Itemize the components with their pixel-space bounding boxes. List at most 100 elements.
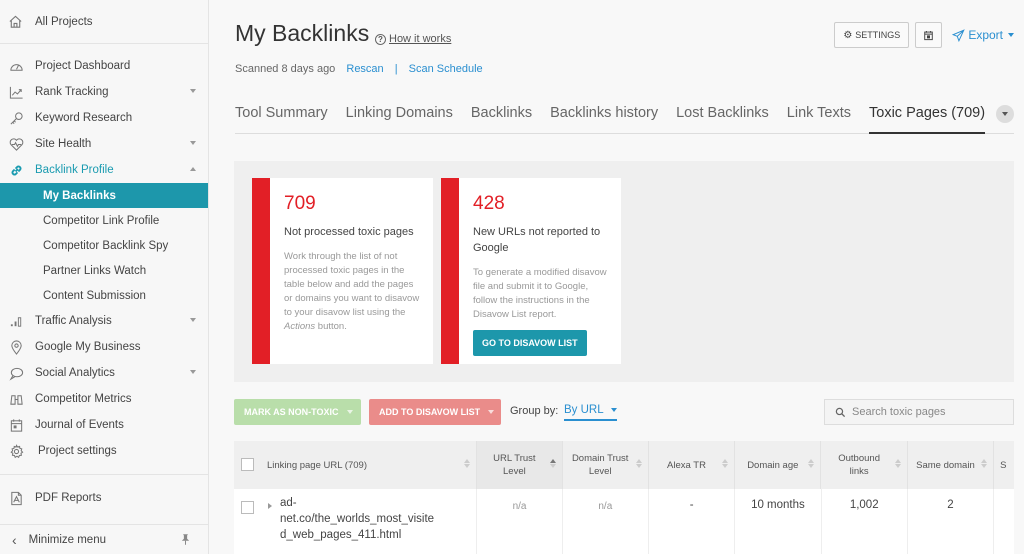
url-line[interactable]: d_web_pages_411.html	[280, 527, 476, 543]
how-it-works-label[interactable]: How it works	[389, 33, 451, 45]
settings-button[interactable]: ⚙ SETTINGS	[834, 22, 910, 48]
all-projects-link[interactable]: All Projects	[0, 0, 208, 44]
not-processed-description: Work through the list of not processed t…	[284, 251, 420, 332]
chevron-down-icon[interactable]	[190, 370, 196, 374]
minimize-menu-label: Minimize menu	[28, 533, 106, 546]
binoculars-icon	[8, 391, 24, 407]
sidebar-item-pdf-reports[interactable]: PDF Reports	[0, 485, 208, 511]
url-line[interactable]: net.co/the_worlds_most_visite	[280, 511, 476, 527]
pdf-file-icon	[8, 490, 24, 506]
table-header: Linking page URL (709) URL Trust Level D…	[234, 441, 1014, 489]
tab-backlinks[interactable]: Backlinks	[471, 96, 532, 133]
chevron-down-icon[interactable]	[190, 89, 196, 93]
sidebar-item-keyword-research[interactable]: Keyword Research	[0, 105, 208, 131]
sidebar-item-rank-tracking[interactable]: Rank Tracking	[0, 79, 208, 105]
gear-icon	[8, 443, 24, 459]
separator: |	[394, 63, 398, 75]
column-header-truncated[interactable]: S	[994, 441, 1014, 489]
expand-row-icon[interactable]	[268, 503, 272, 509]
group-by-select[interactable]: By URL	[564, 404, 617, 421]
not-processed-count: 709	[284, 193, 316, 214]
minimize-menu-button[interactable]: ‹ Minimize menu	[0, 524, 208, 554]
settings-label: SETTINGS	[855, 30, 901, 40]
sidebar-item-label: Google My Business	[35, 341, 141, 353]
more-tabs-button[interactable]	[996, 105, 1014, 123]
tab-link-texts[interactable]: Link Texts	[787, 96, 851, 133]
sort-icon	[894, 459, 901, 468]
toxic-pages-table: Linking page URL (709) URL Trust Level D…	[234, 441, 1014, 554]
sidebar-item-label: Project settings	[38, 445, 117, 457]
page-title: My Backlinks	[235, 20, 370, 46]
scan-schedule-link[interactable]: Scan Schedule	[409, 63, 483, 75]
table-row[interactable]: ad- net.co/the_worlds_most_visite d_web_…	[234, 489, 1014, 554]
export-button[interactable]: Export	[952, 28, 1014, 42]
toxic-summary-panel: 709 Not processed toxic pages Work throu…	[234, 161, 1014, 382]
go-to-disavow-list-button[interactable]: GO TO DISAVOW LIST	[473, 330, 587, 356]
cell-outbound-links: 1,002	[822, 489, 908, 554]
tab-linking-domains[interactable]: Linking Domains	[346, 96, 453, 133]
tab-backlinks-history[interactable]: Backlinks history	[550, 96, 658, 133]
chart-icon	[8, 84, 24, 100]
sidebar-item-label: Traffic Analysis	[35, 315, 112, 327]
sidebar: All Projects Project Dashboard Rank Trac…	[0, 0, 209, 554]
column-header-alexa-tr[interactable]: Alexa TR	[649, 441, 736, 489]
column-header-domain-trust-level[interactable]: Domain Trust Level	[563, 441, 649, 489]
row-checkbox[interactable]	[241, 501, 254, 514]
sidebar-item-google-my-business[interactable]: Google My Business	[0, 334, 208, 360]
how-it-works-link[interactable]: ? How it works	[375, 33, 451, 45]
sort-ascending-icon	[549, 459, 556, 468]
speech-bubble-icon	[8, 365, 24, 381]
sidebar-item-journal-of-events[interactable]: Journal of Events	[0, 412, 208, 438]
sidebar-subitem-content-submission[interactable]: Content Submission	[0, 283, 208, 308]
chevron-down-icon	[1002, 112, 1008, 116]
tab-toxic-pages[interactable]: Toxic Pages (709)	[869, 96, 986, 134]
sidebar-subitem-competitor-backlink-spy[interactable]: Competitor Backlink Spy	[0, 233, 208, 258]
home-icon	[8, 14, 24, 30]
column-header-outbound-links[interactable]: Outbound links	[821, 441, 908, 489]
sort-icon	[722, 459, 729, 468]
rescan-link[interactable]: Rescan	[346, 63, 383, 75]
sidebar-item-traffic-analysis[interactable]: Traffic Analysis	[0, 308, 208, 334]
sidebar-item-competitor-metrics[interactable]: Competitor Metrics	[0, 386, 208, 412]
sidebar-item-project-settings[interactable]: Project settings	[0, 438, 208, 464]
chevron-down-icon[interactable]	[190, 318, 196, 322]
chevron-down-icon	[346, 410, 353, 414]
all-projects-label: All Projects	[35, 15, 93, 28]
column-header-domain-age[interactable]: Domain age	[735, 441, 822, 489]
tab-bar: Tool Summary Linking Domains Backlinks B…	[235, 96, 1014, 134]
dashboard-icon	[8, 58, 24, 74]
calendar-button[interactable]	[915, 22, 943, 48]
cell-domain-age: 10 months	[735, 489, 822, 554]
sidebar-item-backlink-profile[interactable]: Backlink Profile	[0, 157, 208, 183]
not-processed-label: Not processed toxic pages	[284, 226, 414, 238]
chevron-left-icon: ‹	[12, 531, 17, 548]
pin-icon[interactable]	[179, 533, 192, 549]
sidebar-item-social-analytics[interactable]: Social Analytics	[0, 360, 208, 386]
mark-as-non-toxic-button[interactable]: MARK AS NON-TOXIC	[234, 399, 361, 425]
sidebar-item-project-dashboard[interactable]: Project Dashboard	[0, 53, 208, 79]
sidebar-subitem-partner-links-watch[interactable]: Partner Links Watch	[0, 258, 208, 283]
sort-icon	[464, 459, 471, 468]
group-by-label: Group by:	[510, 405, 559, 417]
search-box	[824, 399, 1014, 425]
column-header-linking-page-url[interactable]: Linking page URL (709)	[234, 441, 478, 489]
sidebar-divider	[0, 474, 208, 475]
sidebar-item-site-health[interactable]: Site Health	[0, 131, 208, 157]
bars-icon	[8, 313, 24, 329]
scanned-text: Scanned 8 days ago	[235, 63, 336, 75]
cell-domain-trust-level: n/a	[563, 489, 649, 554]
url-line[interactable]: ad-	[280, 495, 476, 511]
chevron-down-icon[interactable]	[190, 141, 196, 145]
column-header-same-domain[interactable]: Same domain	[908, 441, 995, 489]
select-all-checkbox[interactable]	[241, 458, 254, 471]
tab-lost-backlinks[interactable]: Lost Backlinks	[676, 96, 769, 133]
chevron-up-icon[interactable]	[190, 167, 196, 171]
cell-same-domain: 2	[908, 489, 995, 554]
column-header-url-trust-level[interactable]: URL Trust Level	[477, 441, 563, 489]
sidebar-subitem-my-backlinks[interactable]: My Backlinks	[0, 183, 208, 208]
search-input[interactable]	[852, 406, 1002, 418]
calendar-icon	[8, 417, 24, 433]
sidebar-subitem-competitor-link-profile[interactable]: Competitor Link Profile	[0, 208, 208, 233]
tab-tool-summary[interactable]: Tool Summary	[235, 96, 328, 133]
add-to-disavow-list-button[interactable]: ADD TO DISAVOW LIST	[369, 399, 501, 425]
